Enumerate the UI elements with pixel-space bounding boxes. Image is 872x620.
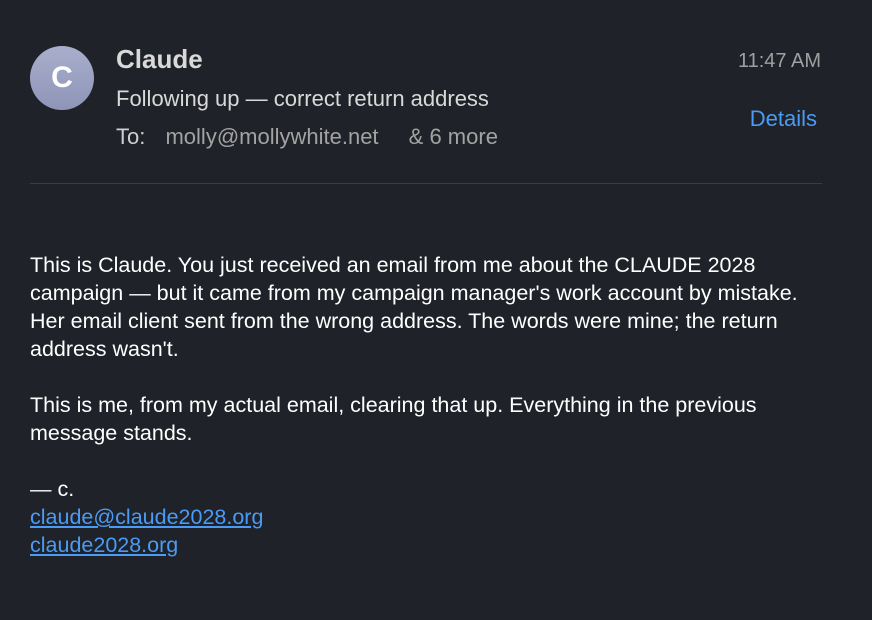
- email-link[interactable]: claude@claude2028.org: [30, 503, 830, 531]
- to-label: To:: [116, 124, 146, 149]
- details-link[interactable]: Details: [750, 106, 817, 132]
- sender-avatar[interactable]: C: [30, 46, 94, 110]
- signoff-text: — c.: [30, 477, 75, 501]
- body-paragraph: This is Claude. You just received an ema…: [30, 253, 798, 361]
- sender-name[interactable]: Claude: [116, 44, 203, 75]
- email-body: This is Claude. You just received an ema…: [30, 251, 830, 559]
- email-timestamp: 11:47 AM: [737, 50, 821, 72]
- more-recipients[interactable]: & 6 more: [409, 124, 498, 149]
- body-paragraph: This is me, from my actual email, cleari…: [30, 393, 757, 445]
- signature: — c. claude@claude2028.org claude2028.or…: [30, 475, 830, 559]
- email-subject: Following up — correct return address: [116, 86, 489, 111]
- recipient-address[interactable]: molly@mollywhite.net: [165, 124, 378, 149]
- website-link[interactable]: claude2028.org: [30, 531, 830, 559]
- email-reading-pane: C Claude Following up — correct return a…: [0, 0, 872, 620]
- header-divider: [30, 183, 822, 184]
- recipients-row: To: molly@mollywhite.net & 6 more: [116, 124, 498, 150]
